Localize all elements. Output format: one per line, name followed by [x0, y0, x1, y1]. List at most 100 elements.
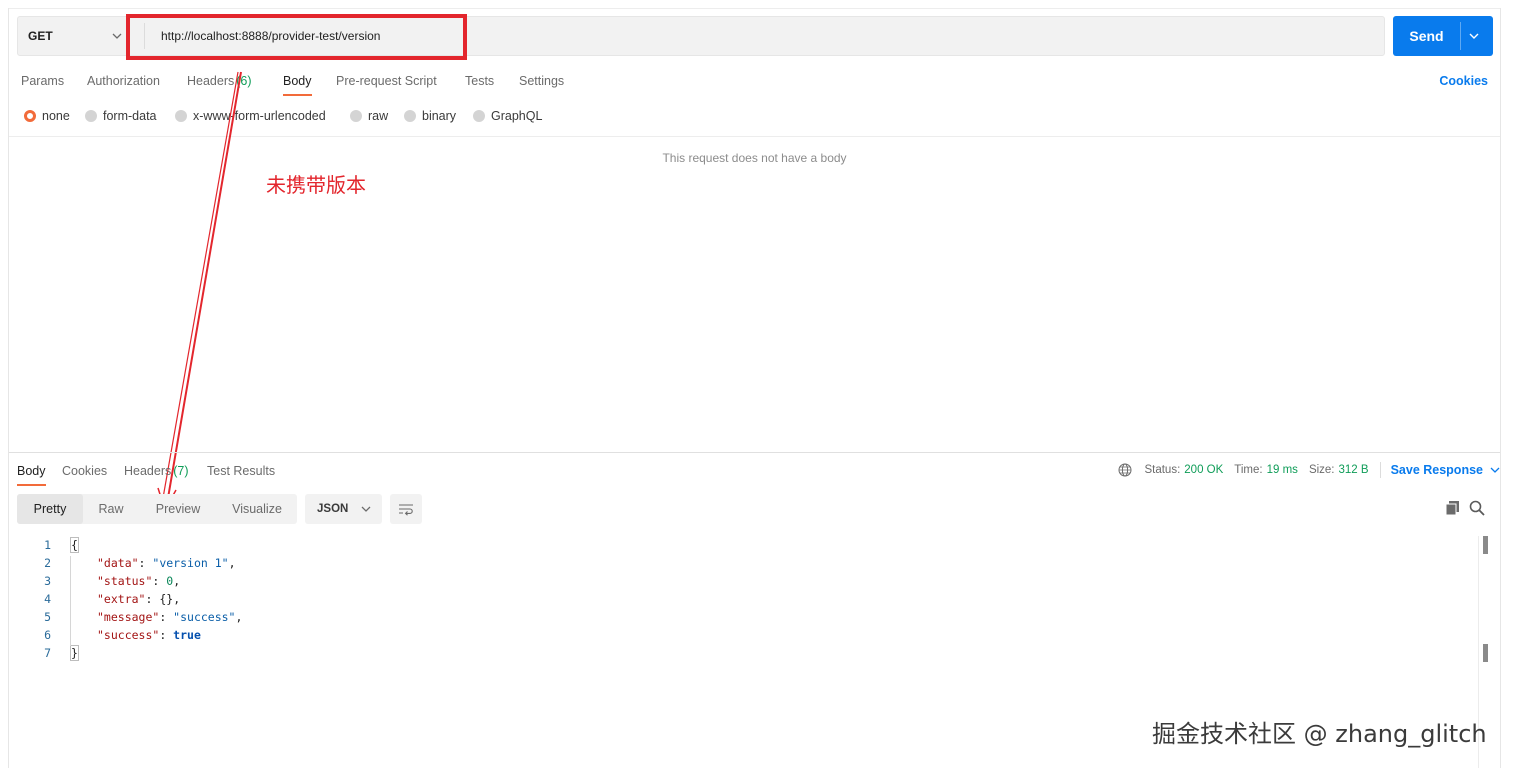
radio-label: binary: [422, 109, 457, 123]
view-raw[interactable]: Raw: [83, 494, 139, 524]
radio-none[interactable]: none: [24, 106, 70, 126]
radio-graphql[interactable]: GraphQL: [473, 106, 542, 126]
tab-label: Body: [283, 74, 312, 88]
code-text: "data": "version 1",: [97, 556, 236, 570]
response-divider: [9, 452, 1500, 453]
response-tab-headers[interactable]: Headers (7): [124, 456, 189, 486]
radio-label: GraphQL: [491, 109, 543, 123]
radio-dot: [24, 110, 36, 122]
tab-label: Params: [21, 74, 65, 88]
size-value: 312 B: [1338, 464, 1369, 476]
code-text: "status": 0,: [97, 574, 181, 588]
wrap-lines-button[interactable]: [390, 494, 422, 524]
radio-form-data[interactable]: form-data: [85, 106, 157, 126]
line-number: 2: [44, 556, 51, 570]
line-number: 4: [44, 592, 51, 606]
tab-label: Settings: [519, 74, 565, 88]
method-select[interactable]: GET: [18, 17, 128, 55]
status-indicator: Status: 200 OK: [1144, 464, 1223, 476]
line-number: 6: [44, 628, 51, 642]
chevron-down-icon[interactable]: [1467, 29, 1481, 43]
tab-pre-request-script[interactable]: Pre-request Script: [336, 66, 437, 96]
code-line: 6 "success": true: [9, 626, 201, 644]
language-select[interactable]: JSON: [305, 494, 382, 524]
globe-icon[interactable]: [1118, 463, 1132, 477]
code-text: "message": "success",: [97, 610, 243, 624]
json-value: "success": [173, 610, 236, 624]
radio-label: none: [42, 109, 70, 123]
line-number: 5: [44, 610, 51, 624]
json-punct: ,: [173, 592, 181, 606]
response-tab-test-results[interactable]: Test Results: [207, 456, 275, 486]
send-button[interactable]: Send: [1393, 16, 1493, 56]
meta-divider: [1379, 462, 1381, 478]
line-number: 1: [44, 538, 51, 552]
code-text: "extra": {},: [97, 592, 181, 606]
view-mode-group: Pretty Raw Preview Visualize: [17, 494, 297, 524]
copy-icon[interactable]: [1444, 499, 1462, 517]
code-line: 1 {: [9, 536, 79, 554]
headers-count: (7): [173, 464, 189, 478]
wrap-icon: [399, 504, 413, 516]
cookies-link[interactable]: Cookies: [1439, 66, 1488, 96]
radio-raw[interactable]: raw: [350, 106, 388, 126]
json-punct: ,: [228, 556, 236, 570]
code-line: 4 "extra": {},: [9, 590, 180, 608]
json-value: {}: [159, 592, 174, 606]
json-value: true: [173, 628, 201, 642]
code-text: {: [70, 537, 79, 553]
radio-label: form-data: [103, 109, 157, 123]
tab-label: Headers: [124, 464, 172, 478]
tab-label: Test Results: [207, 464, 276, 478]
time-label: Time:: [1234, 464, 1263, 476]
language-label: JSON: [317, 503, 349, 515]
method-label: GET: [28, 29, 53, 43]
tab-label: Tests: [465, 74, 495, 88]
time-indicator: Time: 19 ms: [1234, 464, 1298, 476]
tab-params[interactable]: Params: [21, 66, 64, 96]
tab-label: Pre-request Script: [336, 74, 437, 88]
send-label: Send: [1409, 28, 1444, 44]
view-visualize[interactable]: Visualize: [221, 494, 293, 524]
size-indicator: Size: 312 B: [1309, 464, 1369, 476]
status-value: 200 OK: [1184, 464, 1224, 476]
view-pretty[interactable]: Pretty: [17, 494, 83, 524]
response-tab-cookies[interactable]: Cookies: [62, 456, 107, 486]
tab-label: Body: [17, 464, 46, 478]
code-line: 7 }: [9, 644, 79, 662]
chevron-down-icon: [361, 506, 371, 512]
view-preview[interactable]: Preview: [145, 494, 211, 524]
code-line: 3 "status": 0,: [9, 572, 180, 590]
url-highlight-box: [126, 14, 467, 60]
radio-binary[interactable]: binary: [404, 106, 456, 126]
json-punct: ,: [235, 610, 243, 624]
line-number: 3: [44, 574, 51, 588]
code-text: }: [70, 645, 79, 661]
scrollbar-marker: [1483, 644, 1488, 662]
response-tab-body[interactable]: Body: [17, 456, 46, 486]
tab-body[interactable]: Body: [283, 66, 312, 96]
tab-settings[interactable]: Settings: [519, 66, 564, 96]
radio-dot: [473, 110, 485, 122]
response-meta: Status: 200 OK Time: 19 ms Size: 312 B Save…: [1118, 456, 1501, 484]
json-key: "status": [97, 574, 153, 588]
scrollbar-marker: [1483, 536, 1488, 554]
json-value: "version 1": [152, 556, 229, 570]
status-label: Status:: [1144, 464, 1181, 476]
annotation-text: 未携带版本: [266, 173, 366, 197]
chevron-down-icon: [1490, 467, 1500, 473]
code-line: 2 "data": "version 1",: [9, 554, 235, 572]
search-icon[interactable]: [1468, 499, 1486, 517]
tab-tests[interactable]: Tests: [465, 66, 494, 96]
size-label: Size:: [1308, 464, 1335, 476]
code-text: "success": true: [97, 628, 201, 642]
send-divider: [1460, 22, 1461, 50]
json-punct: ,: [173, 574, 181, 588]
tab-label: Cookies: [62, 464, 108, 478]
watermark-text: 掘金技术社区 @ zhang_glitch: [1152, 720, 1487, 748]
json-key: "success": [97, 628, 160, 642]
save-response-button[interactable]: Save Response: [1391, 463, 1501, 477]
radio-dot: [404, 110, 416, 122]
radio-dot: [85, 110, 97, 122]
window-right-border: [1500, 8, 1501, 768]
